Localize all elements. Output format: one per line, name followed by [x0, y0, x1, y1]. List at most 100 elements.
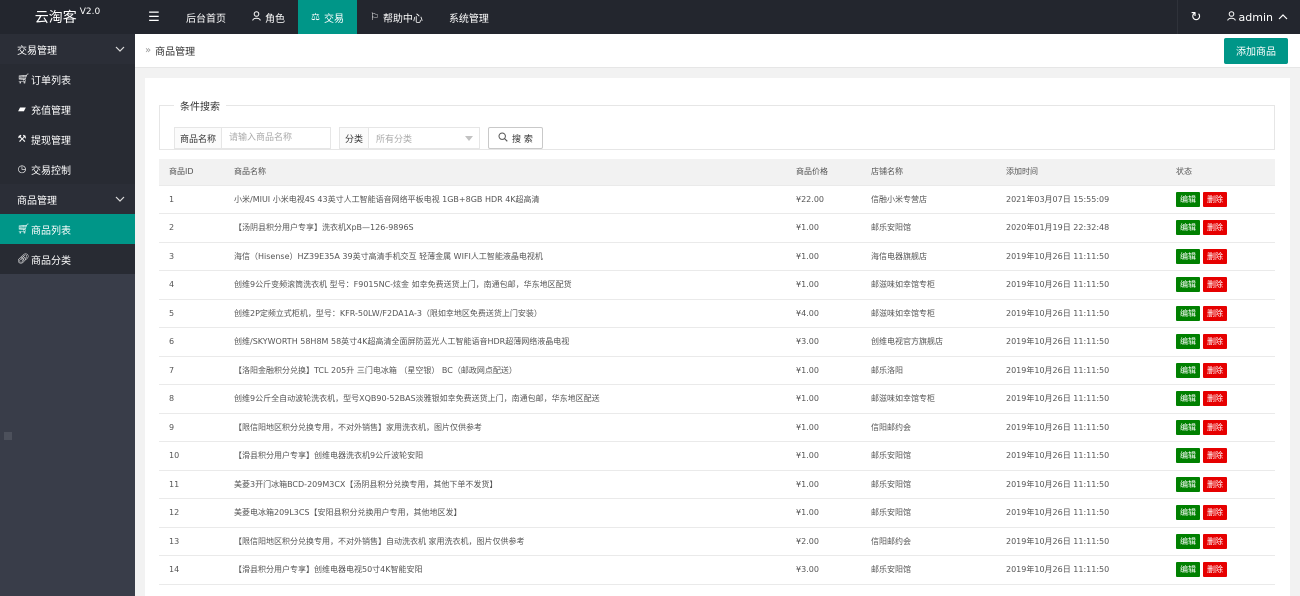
delete-button[interactable]: 删除	[1203, 191, 1227, 207]
edit-button[interactable]: 编辑	[1176, 334, 1200, 350]
sidebar-item-label: 订单列表	[31, 75, 71, 87]
edit-button[interactable]: 编辑	[1176, 191, 1200, 207]
menu-toggle-button[interactable]: ☰	[135, 0, 173, 34]
edit-button[interactable]: 编辑	[1176, 305, 1200, 321]
delete-button[interactable]: 删除	[1203, 248, 1227, 264]
product-name-input[interactable]	[222, 128, 331, 148]
cell-actions: 编辑 删除	[1166, 413, 1275, 442]
edit-button[interactable]: 编辑	[1176, 419, 1200, 435]
search-button[interactable]: 搜 索	[488, 127, 543, 149]
cell-time: 2019年10月26日 11:11:50	[996, 470, 1166, 499]
cell-name: 【限信阳地区积分兑换专用，不对外销售】家用洗衣机，图片仅供参考	[224, 413, 786, 442]
edit-button[interactable]: 编辑	[1176, 533, 1200, 549]
cell-shop: 海信电器旗舰店	[861, 242, 996, 271]
sidebar-group-goods[interactable]: 商品管理	[0, 184, 135, 214]
edit-button[interactable]: 编辑	[1176, 476, 1200, 492]
delete-button[interactable]: 删除	[1203, 476, 1227, 492]
cell-time: 2020年01月19日 22:32:48	[996, 213, 1166, 243]
cell-actions: 编辑 删除	[1166, 299, 1275, 328]
cell-time: 2019年10月26日 11:11:50	[996, 270, 1166, 300]
delete-button[interactable]: 删除	[1203, 419, 1227, 435]
search-button-label: 搜 索	[512, 134, 533, 145]
sidebar-collapse-handle[interactable]	[4, 432, 12, 440]
cell-actions: 编辑 删除	[1166, 213, 1275, 243]
cell-id: 6	[159, 327, 224, 357]
main-nav: ☰ 后台首页 角色 ⚖ 交易 ⚐ 帮助中心 系统管理	[135, 0, 1177, 34]
add-product-button[interactable]: 添加商品	[1224, 37, 1288, 64]
cell-name: 【限信阳地区积分兑换专用，不对外销售】自动洗衣机 家用洗衣机，图片仅供参考	[224, 527, 786, 556]
cell-time: 2019年10月26日 11:11:50	[996, 413, 1166, 442]
table-row: 14 【滑县积分用户专享】创维电器电视50寸4K智能安阳 ¥3.00 邮乐安阳馆…	[159, 555, 1275, 585]
cart-icon: 🛒︎	[17, 223, 30, 235]
cell-price: ¥1.00	[786, 242, 861, 271]
user-menu[interactable]: admin	[1215, 0, 1300, 34]
sidebar-group-trade[interactable]: 交易管理	[0, 34, 135, 64]
sidebar-item-label: 充值管理	[31, 105, 71, 117]
edit-button[interactable]: 编辑	[1176, 248, 1200, 264]
delete-button[interactable]: 删除	[1203, 362, 1227, 378]
edit-button[interactable]: 编辑	[1176, 505, 1200, 521]
cell-name: 创维/SKYWORTH 58H8M 58英寸4K超高清全面屏防蓝光人工智能语音H…	[224, 327, 786, 357]
delete-button[interactable]: 删除	[1203, 277, 1227, 293]
sidebar-item-goods-category[interactable]: 🔗︎ 商品分类	[0, 244, 135, 274]
sidebar-item-orders[interactable]: 🛒︎ 订单列表	[0, 64, 135, 94]
cell-actions: 编辑 删除	[1166, 185, 1275, 214]
breadcrumb-bar: » 商品管理 添加商品	[135, 34, 1300, 68]
sidebar-item-recharge[interactable]: ▰ 充值管理	[0, 94, 135, 124]
cart-icon: 🛒︎	[17, 73, 30, 85]
products-table: 商品ID 商品名称 商品价格 店铺名称 添加时间 状态 1 小米/MIUI 小米…	[159, 159, 1275, 585]
nav-item-system[interactable]: 系统管理	[436, 0, 502, 34]
sidebar-item-trade-control[interactable]: ◷ 交易控制	[0, 154, 135, 184]
cell-actions: 编辑 删除	[1166, 270, 1275, 300]
edit-button[interactable]: 编辑	[1176, 562, 1200, 578]
edit-button[interactable]: 编辑	[1176, 277, 1200, 293]
table-row: 12 美菱电冰箱209L3CS【安阳县积分兑换用户专用，其他地区发】 ¥1.00…	[159, 498, 1275, 528]
delete-button[interactable]: 删除	[1203, 448, 1227, 464]
cell-name: 【滑县积分用户专享】创维电器洗衣机9公斤波轮安阳	[224, 441, 786, 471]
cell-shop: 邮乐安阳馆	[861, 441, 996, 471]
sidebar-item-goods-list[interactable]: 🛒︎ 商品列表	[0, 214, 135, 244]
cell-price: ¥1.00	[786, 498, 861, 528]
sidebar-item-label: 提现管理	[31, 135, 71, 147]
nav-item-roles[interactable]: 角色	[239, 0, 298, 34]
cell-price: ¥1.00	[786, 470, 861, 499]
cell-id: 14	[159, 555, 224, 585]
delete-button[interactable]: 删除	[1203, 533, 1227, 549]
delete-button[interactable]: 删除	[1203, 505, 1227, 521]
sidebar-item-withdraw[interactable]: ⚒ 提现管理	[0, 124, 135, 154]
edit-button[interactable]: 编辑	[1176, 448, 1200, 464]
nav-item-help[interactable]: ⚐ 帮助中心	[357, 0, 436, 34]
delete-button[interactable]: 删除	[1203, 391, 1227, 407]
nav-item-trade[interactable]: ⚖ 交易	[298, 0, 357, 34]
delete-button[interactable]: 删除	[1203, 220, 1227, 236]
table-row: 13 【限信阳地区积分兑换专用，不对外销售】自动洗衣机 家用洗衣机，图片仅供参考…	[159, 527, 1275, 556]
edit-button[interactable]: 编辑	[1176, 362, 1200, 378]
cell-price: ¥3.00	[786, 555, 861, 585]
version-label: V2.0	[79, 7, 101, 17]
flag-icon: ⚐	[369, 11, 379, 23]
edit-button[interactable]: 编辑	[1176, 391, 1200, 407]
app-logo[interactable]: 云淘客 V2.0	[0, 0, 135, 34]
cell-actions: 编辑 删除	[1166, 498, 1275, 528]
cell-shop: 邮乐安阳馆	[861, 470, 996, 499]
delete-button[interactable]: 删除	[1203, 562, 1227, 578]
nav-item-label: 角色	[265, 13, 285, 25]
cell-id: 1	[159, 185, 224, 214]
cell-price: ¥2.00	[786, 527, 861, 556]
link-icon: 🔗︎	[17, 253, 30, 265]
cell-shop: 信阳邮约会	[861, 413, 996, 442]
search-legend: 条件搜索	[180, 102, 220, 113]
delete-button[interactable]: 删除	[1203, 334, 1227, 350]
sidebar-item-label: 商品列表	[31, 225, 71, 237]
cell-actions: 编辑 删除	[1166, 555, 1275, 585]
refresh-button[interactable]: ↻	[1176, 0, 1215, 34]
cell-actions: 编辑 删除	[1166, 384, 1275, 414]
cell-price: ¥1.00	[786, 413, 861, 442]
category-select[interactable]: 所有分类	[369, 128, 479, 148]
table-row: 7 【洛阳金融积分兑换】TCL 205升 三门电冰箱 （星空银） BC（邮政网点…	[159, 356, 1275, 385]
cell-time: 2021年03月07日 15:55:09	[996, 185, 1166, 214]
cell-id: 2	[159, 213, 224, 243]
nav-item-home[interactable]: 后台首页	[173, 0, 239, 34]
delete-button[interactable]: 删除	[1203, 305, 1227, 321]
edit-button[interactable]: 编辑	[1176, 220, 1200, 236]
